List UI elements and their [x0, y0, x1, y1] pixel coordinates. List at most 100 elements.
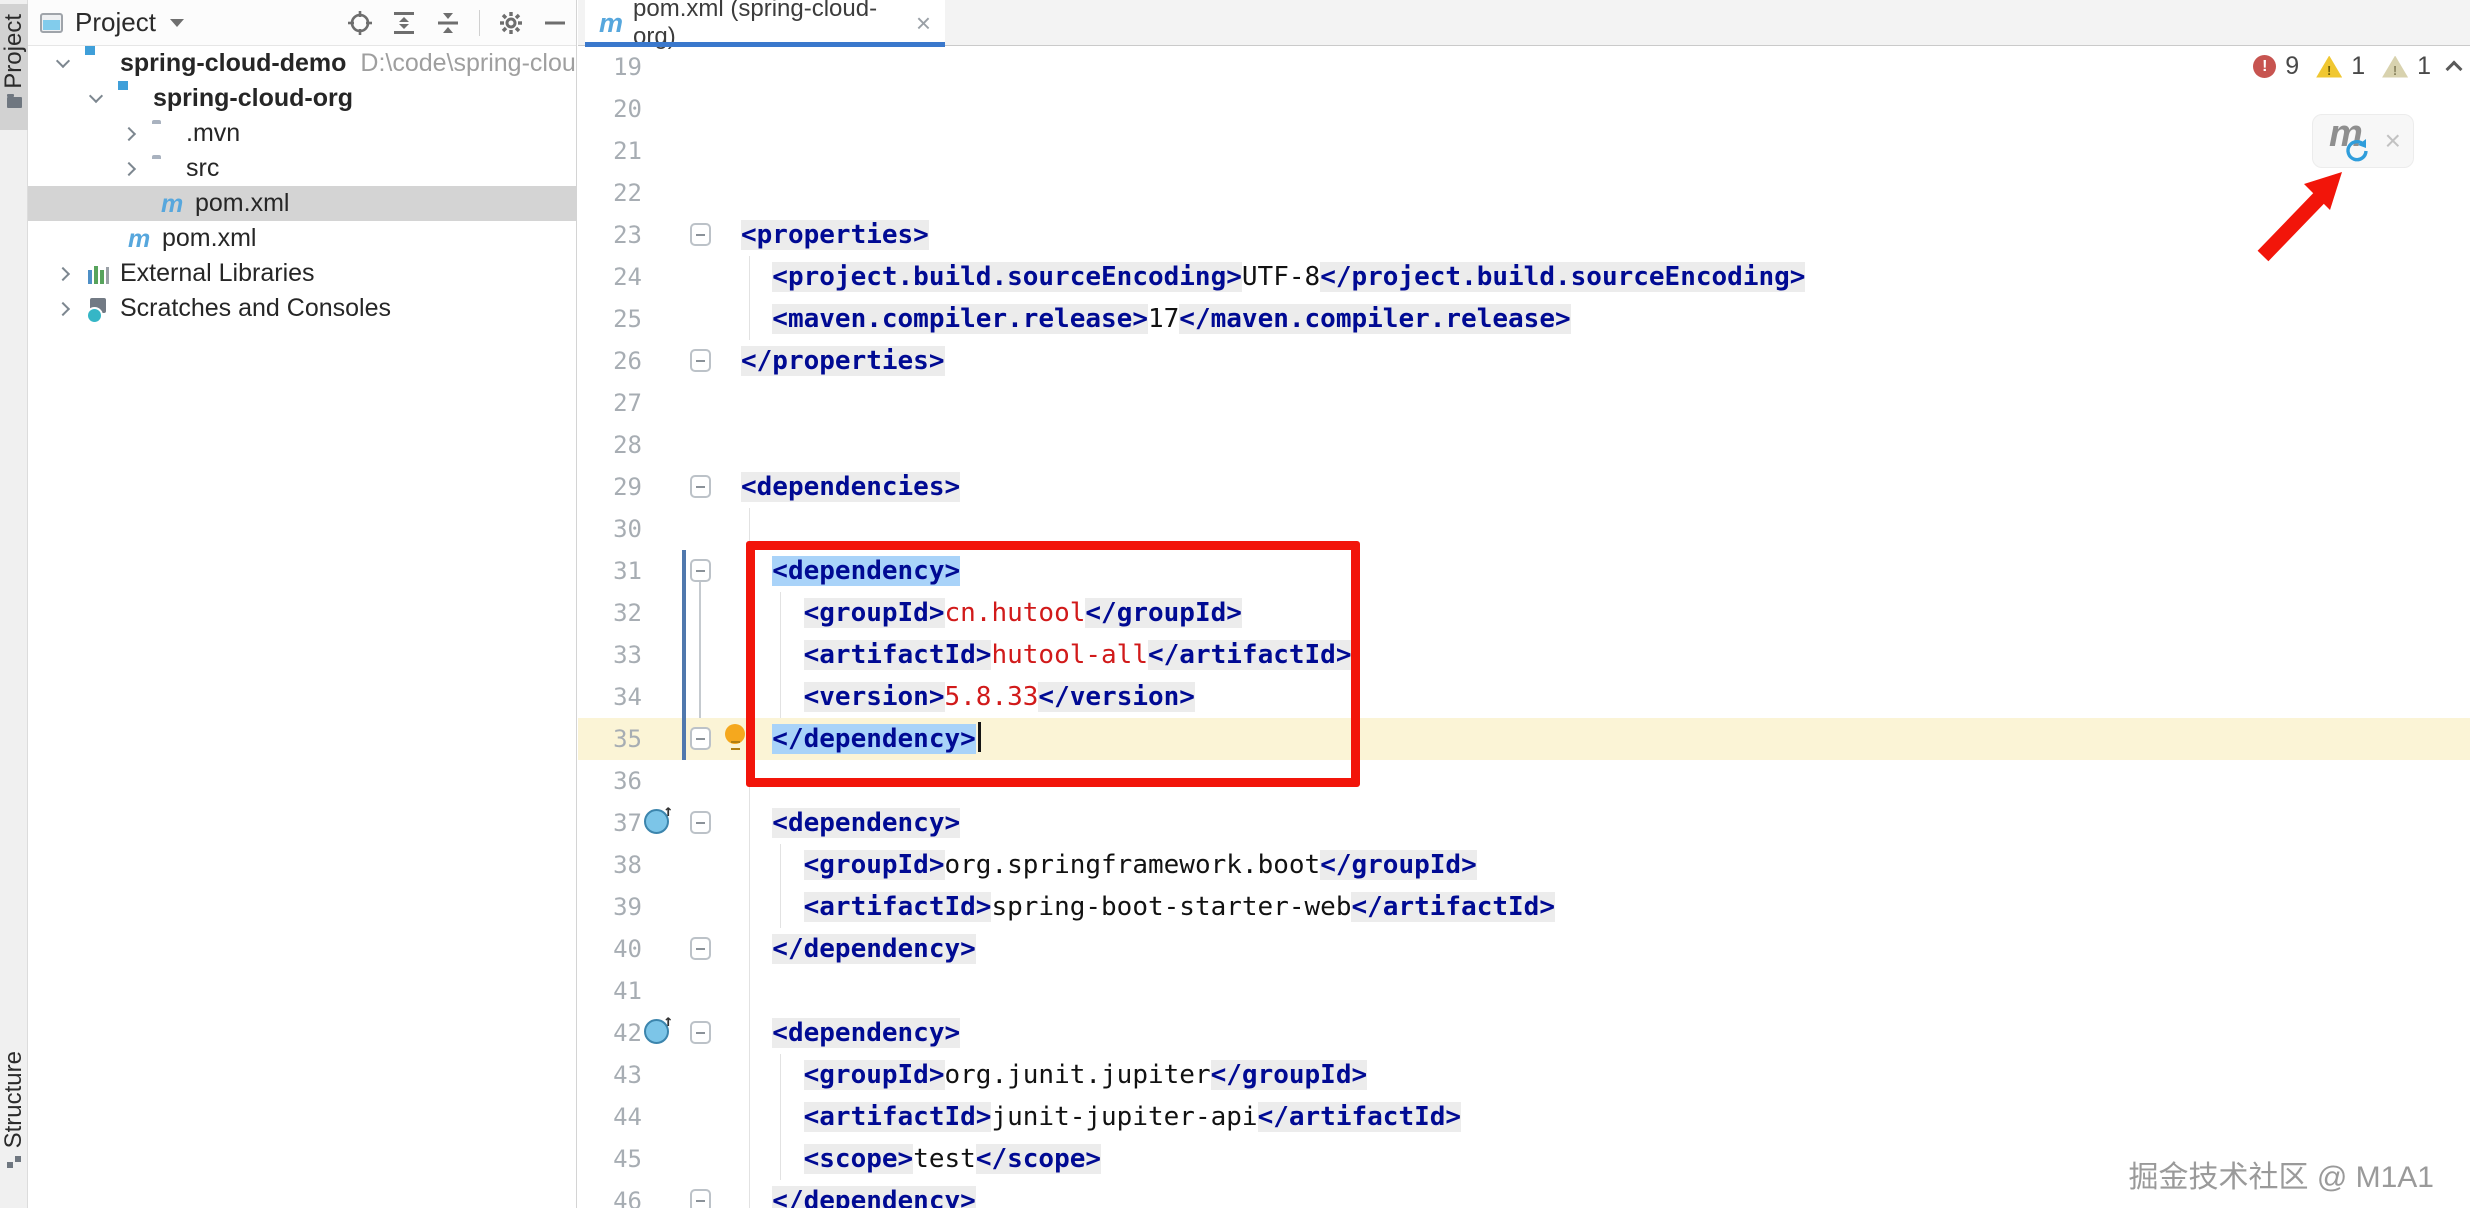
locate-icon[interactable]	[347, 10, 373, 36]
line-number: 20	[578, 88, 642, 130]
code-line-20[interactable]: 20	[578, 88, 2470, 130]
line-number: 37	[578, 802, 642, 844]
line-number: 42	[578, 1012, 642, 1054]
fold-start-icon[interactable]	[690, 559, 711, 582]
collapse-all-icon[interactable]	[435, 10, 461, 36]
chevron-down-icon[interactable]	[170, 19, 184, 27]
tree-item--mvn[interactable]: .mvn	[28, 116, 576, 151]
maven-reload-button[interactable]	[2343, 137, 2371, 170]
code-line-27[interactable]: 27	[578, 382, 2470, 424]
tree-item-spring-cloud-org[interactable]: spring-cloud-org	[28, 81, 576, 116]
code-text: <maven.compiler.release>17</maven.compil…	[741, 298, 1571, 340]
fold-end-icon[interactable]	[690, 727, 711, 750]
code-text: <dependency>	[741, 1012, 960, 1054]
code-line-24[interactable]: 24<project.build.sourceEncoding>UTF-8</p…	[578, 256, 2470, 298]
error-count: 9	[2285, 52, 2299, 81]
expand-all-icon[interactable]	[391, 10, 417, 36]
project-tree: spring-cloud-demoD:\code\spring-cloud-de…	[28, 46, 576, 1208]
code-token: <dependency>	[772, 556, 960, 586]
chevron-collapsed-icon[interactable]	[122, 126, 136, 140]
maven-dependency-gutter-icon[interactable]: ↑	[644, 809, 669, 834]
stripe-button-project[interactable]: Project	[0, 4, 28, 130]
fold-end-icon[interactable]	[690, 937, 711, 960]
code-line-28[interactable]: 28	[578, 424, 2470, 466]
code-area[interactable]: 1920212223<properties>24<project.build.s…	[578, 46, 2470, 1208]
vcs-change-bar	[682, 550, 686, 592]
line-number: 46	[578, 1180, 642, 1208]
watermark: 掘金技术社区 @ M1A1	[2129, 1152, 2435, 1196]
settings-gear-icon[interactable]	[498, 10, 524, 36]
code-line-38[interactable]: 38<groupId>org.springframework.boot</gro…	[578, 844, 2470, 886]
inspections-widget[interactable]: ! 9 ! 1 ! 1	[2253, 52, 2460, 81]
line-number: 40	[578, 928, 642, 970]
folder-icon	[152, 157, 176, 181]
code-token: <scope>	[804, 1144, 914, 1174]
stripe-button-structure[interactable]: Structure	[0, 1051, 28, 1175]
code-token: 17	[1148, 304, 1179, 334]
code-text: <dependency>	[741, 550, 960, 592]
code-line-21[interactable]: 21	[578, 130, 2470, 172]
code-line-34[interactable]: 34<version>5.8.33</version>	[578, 676, 2470, 718]
chevron-expanded-icon[interactable]	[89, 89, 103, 103]
code-token: </artifactId>	[1148, 640, 1352, 670]
code-line-30[interactable]: 30	[578, 508, 2470, 550]
fold-start-icon[interactable]	[690, 811, 711, 834]
code-line-32[interactable]: 32<groupId>cn.hutool</groupId>	[578, 592, 2470, 634]
code-line-39[interactable]: 39<artifactId>spring-boot-starter-web</a…	[578, 886, 2470, 928]
tree-item-pom-xml[interactable]: mpom.xml	[28, 221, 576, 256]
chevron-collapsed-icon[interactable]	[56, 266, 70, 280]
project-panel-title[interactable]: Project	[75, 7, 156, 38]
tree-item-spring-cloud-demo[interactable]: spring-cloud-demoD:\code\spring-cloud-de…	[28, 46, 576, 81]
code-line-31[interactable]: 31<dependency>	[578, 550, 2470, 592]
tree-item-external-libraries[interactable]: External Libraries	[28, 256, 576, 291]
toolbar-separator	[479, 10, 480, 36]
close-icon[interactable]: ×	[916, 13, 931, 33]
hide-panel-icon[interactable]	[542, 10, 568, 36]
maven-dependency-gutter-icon[interactable]: ↑	[644, 1019, 669, 1044]
module-folder-icon	[119, 87, 143, 111]
fold-start-icon[interactable]	[690, 223, 711, 246]
chevron-collapsed-icon[interactable]	[56, 301, 70, 315]
code-token: </dependency>	[772, 724, 976, 754]
tree-item-pom-xml[interactable]: mpom.xml	[28, 186, 576, 221]
code-line-26[interactable]: 26</properties>	[578, 340, 2470, 382]
fold-start-icon[interactable]	[690, 1021, 711, 1044]
code-token: </artifactId>	[1351, 892, 1555, 922]
code-line-40[interactable]: 40</dependency>	[578, 928, 2470, 970]
structure-stripe-icon	[7, 1156, 21, 1168]
maven-icon: m	[599, 11, 623, 35]
code-line-23[interactable]: 23<properties>	[578, 214, 2470, 256]
code-token: <artifactId>	[804, 892, 992, 922]
chevron-up-icon[interactable]	[2446, 61, 2463, 78]
tab-pom-xml[interactable]: m pom.xml (spring-cloud-org) ×	[585, 0, 945, 46]
fold-start-icon[interactable]	[690, 475, 711, 498]
code-line-37[interactable]: 37↑<dependency>	[578, 802, 2470, 844]
tree-item-scratches-and-consoles[interactable]: Scratches and Consoles	[28, 291, 576, 326]
code-line-35[interactable]: 35</dependency>	[578, 718, 2470, 760]
code-token: <groupId>	[804, 598, 945, 628]
code-line-43[interactable]: 43<groupId>org.junit.jupiter</groupId>	[578, 1054, 2470, 1096]
code-text: </properties>	[741, 340, 945, 382]
popup-close-icon[interactable]: ×	[2385, 125, 2401, 157]
fold-end-icon[interactable]	[690, 349, 711, 372]
code-line-29[interactable]: 29<dependencies>	[578, 466, 2470, 508]
line-number: 25	[578, 298, 642, 340]
code-line-41[interactable]: 41	[578, 970, 2470, 1012]
code-line-36[interactable]: 36	[578, 760, 2470, 802]
chevron-collapsed-icon[interactable]	[122, 161, 136, 175]
fold-end-icon[interactable]	[690, 1189, 711, 1208]
code-line-19[interactable]: 19	[578, 46, 2470, 88]
tree-item-src[interactable]: src	[28, 151, 576, 186]
code-line-33[interactable]: 33<artifactId>hutool-all</artifactId>	[578, 634, 2470, 676]
code-token: </groupId>	[1085, 598, 1242, 628]
tool-window-icon	[40, 13, 63, 33]
chevron-expanded-icon[interactable]	[56, 54, 70, 68]
code-line-44[interactable]: 44<artifactId>junit-jupiter-api</artifac…	[578, 1096, 2470, 1138]
code-lines: 1920212223<properties>24<project.build.s…	[578, 46, 2470, 1208]
code-text: <scope>test</scope>	[741, 1138, 1101, 1180]
code-line-25[interactable]: 25 <maven.compiler.release>17</maven.comp…	[578, 298, 2470, 340]
code-line-42[interactable]: 42↑ <dependency>	[578, 1012, 2470, 1054]
line-number: 41	[578, 970, 642, 1012]
code-text: <properties>	[741, 214, 929, 256]
code-line-22[interactable]: 22	[578, 172, 2470, 214]
